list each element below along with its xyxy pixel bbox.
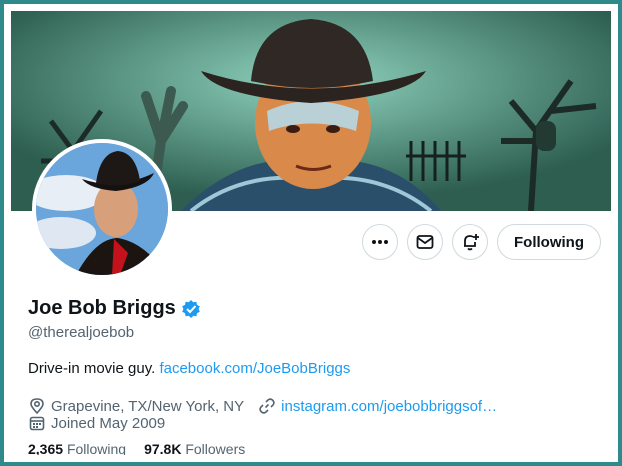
bio-text: Drive-in movie guy. — [28, 360, 156, 377]
screenshot-frame: Following Joe Bob Briggs @therealjoebob … — [4, 4, 618, 462]
joined-date: Joined May 2009 — [51, 414, 166, 432]
meta-row-joined: Joined May 2009 — [28, 414, 165, 432]
notify-bell-icon — [464, 234, 480, 251]
profile-card: Following Joe Bob Briggs @therealjoebob … — [11, 11, 611, 455]
more-button[interactable] — [362, 224, 399, 260]
verified-badge-icon[interactable] — [181, 299, 201, 319]
calendar-icon — [29, 416, 45, 431]
location-text: Grapevine, TX/New York, NY — [51, 397, 245, 415]
message-button[interactable] — [407, 224, 444, 260]
follow-stats: 2,365 Following 97.8K Followers — [28, 441, 245, 455]
profile-actions: Following — [362, 224, 601, 260]
display-name: Joe Bob Briggs — [28, 297, 176, 319]
location-pin-icon — [30, 398, 44, 415]
website-link[interactable]: instagram.com/joebobbriggsof… — [281, 398, 497, 415]
followers-count: 97.8K — [144, 441, 182, 455]
following-count: 2,365 — [28, 441, 64, 455]
following-button[interactable]: Following — [497, 224, 601, 260]
user-handle: @therealjoebob — [28, 324, 135, 341]
bio: Drive-in movie guy. facebook.com/JoeBobB… — [28, 360, 350, 377]
notify-button[interactable] — [452, 224, 489, 260]
following-stat[interactable]: 2,365 Following — [28, 441, 126, 455]
following-stat-label: Following — [66, 441, 127, 455]
followers-stat-label: Followers — [185, 441, 246, 455]
link-icon — [259, 398, 275, 414]
message-icon — [416, 235, 434, 249]
name-row: Joe Bob Briggs — [28, 297, 201, 320]
bio-link[interactable]: facebook.com/JoeBobBriggs — [159, 360, 350, 377]
avatar-photo — [36, 143, 168, 275]
meta-row-location-website: Grapevine, TX/New York, NY instagram.com… — [28, 397, 497, 415]
profile-avatar[interactable] — [32, 139, 172, 279]
more-icon — [372, 240, 389, 244]
followers-stat[interactable]: 97.8K Followers — [144, 441, 245, 455]
